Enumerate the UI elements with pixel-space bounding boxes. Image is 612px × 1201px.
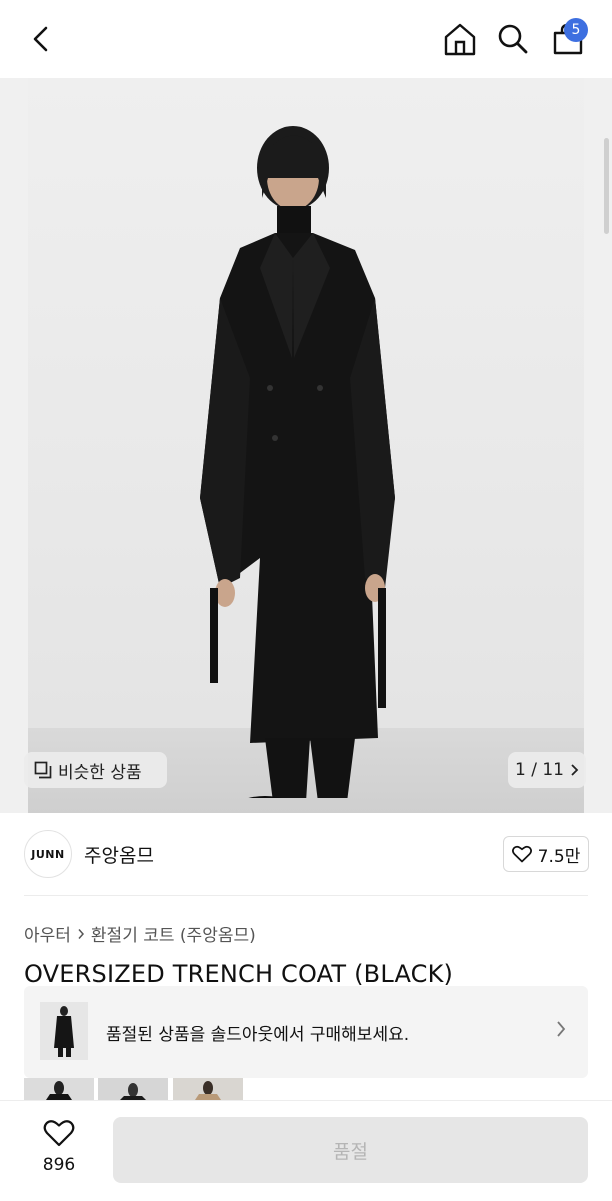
thumbnail-2[interactable]	[98, 1078, 168, 1100]
soldout-banner[interactable]: 품절된 상품을 솔드아웃에서 구매해보세요.	[24, 986, 588, 1078]
brand-like-button[interactable]: 7.5만	[503, 836, 589, 872]
search-icon	[498, 24, 528, 54]
copy-icon	[34, 761, 52, 779]
divider	[24, 895, 588, 896]
cart-count-badge: 5	[564, 18, 588, 42]
back-button[interactable]	[20, 18, 62, 60]
wishlist-count: 896	[42, 1155, 76, 1175]
brand-like-count: 7.5만	[537, 846, 581, 867]
top-app-bar: 5	[0, 0, 612, 78]
banner-thumbnail	[40, 1002, 88, 1060]
heart-icon	[43, 1120, 75, 1147]
thumbnail-1[interactable]	[24, 1078, 94, 1100]
heart-icon	[511, 845, 532, 863]
chevron-right-icon	[571, 764, 579, 776]
image-counter-button[interactable]: 1 / 11	[508, 752, 586, 788]
product-photo-model	[200, 126, 395, 798]
similar-products-label: 비슷한 상품	[58, 762, 142, 783]
chevron-right-icon	[556, 1020, 566, 1042]
page-scrollbar[interactable]	[604, 138, 609, 234]
image-counter: 1 / 11	[515, 760, 564, 780]
thumbnail-3[interactable]	[173, 1078, 243, 1100]
chevron-left-icon	[33, 26, 48, 52]
soldout-button[interactable]: 품절	[113, 1117, 588, 1183]
breadcrumb-subcategory[interactable]: 환절기 코트 (주앙옴므)	[91, 921, 256, 946]
breadcrumb-category[interactable]: 아우터	[24, 921, 71, 946]
wishlist-button[interactable]: 896	[24, 1119, 94, 1175]
product-title: OVERSIZED TRENCH COAT (BLACK)	[24, 960, 454, 988]
soldout-banner-text: 품절된 상품을 솔드아웃에서 구매해보세요.	[106, 1025, 410, 1045]
brand-logo[interactable]: JUNN	[24, 830, 72, 878]
product-image-gallery[interactable]: 비슷한 상품 1 / 11	[0, 78, 612, 813]
search-button[interactable]	[492, 18, 534, 60]
similar-products-button[interactable]: 비슷한 상품	[24, 752, 167, 788]
home-button[interactable]	[439, 18, 481, 60]
bottom-action-bar: 896 품절	[0, 1100, 612, 1201]
chevron-right-icon	[78, 928, 84, 939]
brand-name[interactable]: 주앙옴므	[84, 841, 154, 868]
home-icon	[444, 23, 476, 56]
breadcrumb: 아우터 환절기 코트 (주앙옴므)	[24, 921, 256, 946]
